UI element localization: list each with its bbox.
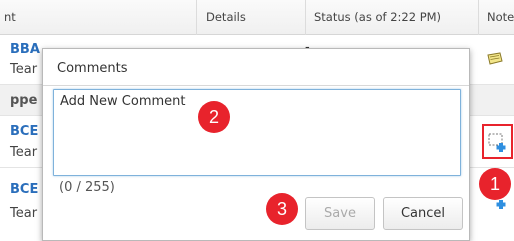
dialog-title-divider <box>43 85 469 86</box>
column-divider <box>196 0 197 35</box>
comments-dialog: Comments (0 / 255) Save Cancel <box>42 48 470 241</box>
callout-3: 3 <box>266 193 298 225</box>
column-divider <box>305 0 306 35</box>
cancel-button[interactable]: Cancel <box>383 197 463 230</box>
column-header-note[interactable]: Note <box>487 10 514 24</box>
comment-textarea[interactable] <box>53 89 461 176</box>
row-sub: Tear <box>10 62 38 77</box>
row-id[interactable]: BBA <box>10 42 40 57</box>
row-id[interactable]: BCE <box>10 182 38 197</box>
column-header-details[interactable]: Details <box>206 10 246 24</box>
column-header-status[interactable]: Status (as of 2:22 PM) <box>314 10 441 24</box>
add-comment-icon[interactable] <box>487 131 509 153</box>
column-header-name[interactable]: nt <box>4 10 16 24</box>
callout-2: 2 <box>198 101 230 133</box>
group-label: ppe <box>10 93 38 108</box>
row-id[interactable]: BCE <box>10 124 38 139</box>
note-icon[interactable] <box>486 52 504 68</box>
column-divider <box>478 0 479 35</box>
save-button[interactable]: Save <box>305 197 375 230</box>
row-sub: Tear <box>10 145 38 160</box>
row-sub: Tear <box>10 206 38 221</box>
character-counter: (0 / 255) <box>59 180 115 195</box>
dialog-title: Comments <box>57 61 128 76</box>
callout-1: 1 <box>479 168 511 200</box>
